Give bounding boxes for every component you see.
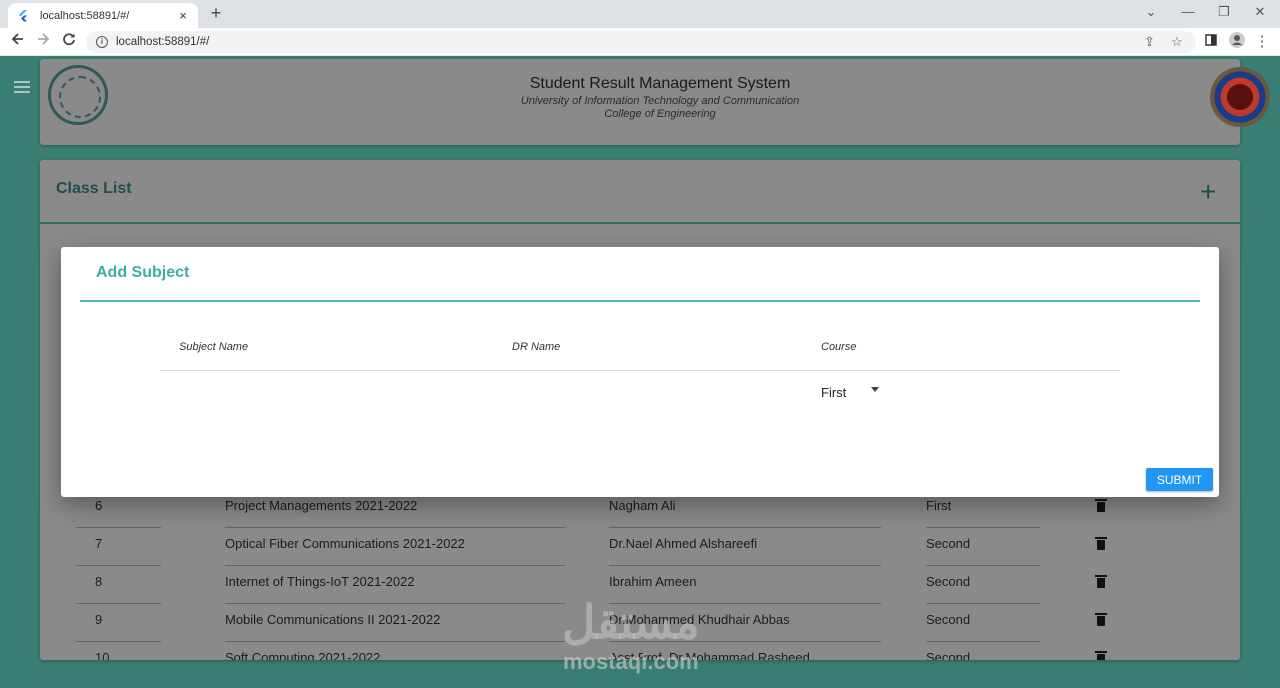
delete-trash-icon[interactable]	[1095, 499, 1107, 512]
course-label: Course	[821, 341, 857, 353]
reload-icon[interactable]	[59, 32, 79, 52]
row-doctor: Dr.Nael Ahmed Alshareefi	[609, 536, 758, 551]
row-number: 8	[95, 574, 103, 589]
row-subject: Optical Fiber Communications 2021-2022	[225, 536, 465, 551]
watermark-arabic: مستقل	[562, 596, 700, 648]
forward-arrow-icon[interactable]	[33, 32, 53, 52]
row-course: First	[926, 498, 952, 513]
course-dropdown[interactable]: First	[821, 382, 891, 402]
close-window-button[interactable]: ✕	[1245, 2, 1275, 22]
browser-tabstrip: localhost:58891/#/ × + ⌄ — ❐ ✕	[0, 0, 1280, 28]
profile-avatar-icon[interactable]	[1227, 32, 1247, 52]
row-number: 6	[95, 498, 103, 513]
college-logo	[1210, 67, 1270, 127]
new-tab-button[interactable]: +	[206, 4, 226, 24]
hamburger-menu-icon[interactable]	[14, 81, 30, 96]
row-number: 10	[95, 650, 110, 660]
row-course: Second	[926, 536, 971, 551]
row-subject: Internet of Things-IoT 2021-2022	[225, 574, 415, 589]
row-subject: Soft Computing 2021-2022	[225, 650, 381, 660]
minimize-button[interactable]: —	[1173, 2, 1203, 22]
course-selected-value: First	[821, 384, 847, 400]
row-doctor: Ibrahim Ameen	[609, 574, 697, 589]
row-number: 9	[95, 612, 103, 627]
add-icon[interactable]: +	[1200, 178, 1216, 206]
field-underline	[160, 370, 1120, 371]
share-icon[interactable]: ⇪	[1144, 34, 1155, 50]
bookmark-star-icon[interactable]: ☆	[1171, 34, 1183, 50]
row-course: Second	[926, 574, 971, 589]
browser-toolbar: i localhost:58891/#/ ⇪ ☆ ⋮	[0, 28, 1280, 56]
class-list-title: Class List	[56, 180, 132, 197]
back-arrow-icon[interactable]	[8, 32, 28, 52]
app-title: Student Result Management System	[529, 75, 791, 92]
delete-trash-icon[interactable]	[1095, 613, 1107, 626]
sidepanel-icon[interactable]	[1201, 32, 1221, 52]
delete-trash-icon[interactable]	[1095, 651, 1107, 660]
header-card: Student Result Management System Univers…	[40, 59, 1270, 145]
browser-tab[interactable]: localhost:58891/#/ ×	[8, 3, 198, 28]
row-subject: Project Managements 2021-2022	[225, 498, 418, 513]
subject-name-field[interactable]: Subject Name	[179, 341, 248, 353]
tab-title: localhost:58891/#/	[40, 9, 130, 22]
row-subject: Mobile Communications II 2021-2022	[225, 612, 441, 627]
row-doctor: Nagham Ali	[609, 498, 676, 513]
row-number: 7	[95, 536, 103, 551]
tab-close-icon[interactable]: ×	[176, 8, 190, 23]
add-subject-dialog: Add Subject Subject Name DR Name Course …	[61, 247, 1219, 497]
address-bar[interactable]: i localhost:58891/#/ ⇪ ☆	[86, 31, 1196, 53]
url-text: localhost:58891/#/	[116, 36, 210, 48]
watermark-text: mostaqi.com	[563, 649, 699, 674]
dr-name-field[interactable]: DR Name	[512, 341, 560, 353]
dropdown-caret-icon	[871, 387, 879, 392]
dialog-divider	[80, 300, 1200, 302]
tab-search-icon[interactable]: ⌄	[1136, 2, 1166, 22]
college-name: College of Engineering	[604, 108, 716, 120]
dialog-title: Add Subject	[96, 264, 190, 281]
card-divider	[40, 222, 1240, 224]
row-course: Second	[926, 650, 971, 660]
row-course: Second	[926, 612, 971, 627]
delete-trash-icon[interactable]	[1095, 575, 1107, 588]
university-name: University of Information Technology and…	[520, 95, 800, 107]
restore-button[interactable]: ❐	[1209, 2, 1239, 22]
more-menu-icon[interactable]: ⋮	[1252, 32, 1272, 52]
table-row: 7 Optical Fiber Communications 2021-2022 D…	[76, 528, 1206, 566]
flutter-favicon-icon	[16, 9, 30, 23]
site-info-icon[interactable]: i	[96, 36, 108, 48]
submit-button[interactable]: SUBMIT	[1146, 468, 1213, 491]
delete-trash-icon[interactable]	[1095, 537, 1107, 550]
